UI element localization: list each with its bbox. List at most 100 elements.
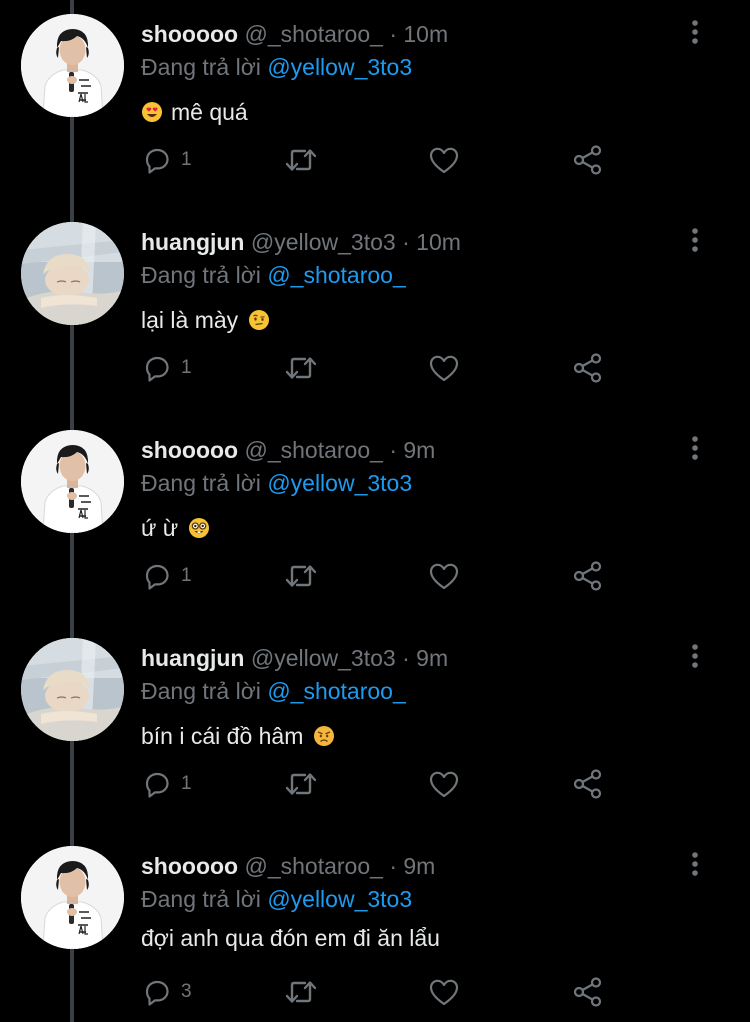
tweet-item[interactable]: huangjun @yellow_3to3 · 9m Đang trả lời …	[0, 624, 750, 832]
replying-to-handle[interactable]: @_shotaroo_	[267, 262, 405, 288]
tweet-text: đợi anh qua đón em đi ăn lẩu	[141, 924, 440, 952]
tweet-text: lại là mày	[141, 306, 270, 334]
shotaro-avatar[interactable]	[21, 14, 124, 117]
reply-button[interactable]: 1	[141, 348, 192, 388]
more-icon[interactable]	[685, 226, 705, 254]
retweet-icon	[283, 144, 319, 176]
retweet-button[interactable]	[283, 140, 319, 180]
nerd-face-emoji	[188, 517, 210, 539]
display-name[interactable]: shooooo	[141, 853, 238, 879]
share-icon	[571, 559, 605, 593]
tweet-item[interactable]: shooooo @_shotaroo_ · 9m Đang trả lời @y…	[0, 416, 750, 624]
replying-to-handle[interactable]: @_shotaroo_	[267, 678, 405, 704]
reply-count: 1	[181, 149, 192, 170]
more-icon[interactable]	[685, 642, 705, 670]
like-icon	[427, 560, 461, 592]
raised-eyebrow-emoji	[248, 309, 270, 331]
share-button[interactable]	[571, 556, 605, 596]
reply-count: 1	[181, 773, 192, 794]
huangjun-avatar[interactable]	[21, 638, 124, 741]
share-button[interactable]	[571, 764, 605, 804]
tweet-header: shooooo @_shotaroo_ · 9m	[141, 852, 435, 880]
like-icon	[427, 144, 461, 176]
like-button[interactable]	[427, 348, 461, 388]
separator-dot: ·	[389, 437, 397, 463]
tweet-text-content: mê quá	[171, 99, 248, 125]
tweet-header: huangjun @yellow_3to3 · 10m	[141, 228, 461, 256]
like-icon	[427, 976, 461, 1008]
tweet-header: shooooo @_shotaroo_ · 9m	[141, 436, 435, 464]
reply-button[interactable]: 3	[141, 972, 192, 1012]
separator-dot: ·	[402, 645, 410, 671]
replying-to-handle[interactable]: @yellow_3to3	[267, 886, 412, 912]
replying-to-label: Đang trả lời	[141, 470, 261, 496]
display-name[interactable]: huangjun	[141, 229, 244, 255]
reply-count: 1	[181, 565, 192, 586]
retweet-button[interactable]	[283, 972, 319, 1012]
tweet-actions: 1	[141, 348, 621, 388]
like-icon	[427, 768, 461, 800]
display-name[interactable]: shooooo	[141, 437, 238, 463]
like-button[interactable]	[427, 972, 461, 1012]
reply-count: 1	[181, 357, 192, 378]
retweet-icon	[283, 768, 319, 800]
heart-eyes-emoji	[141, 101, 163, 123]
timestamp[interactable]: 10m	[416, 229, 461, 255]
reply-button[interactable]: 1	[141, 764, 192, 804]
reply-button[interactable]: 1	[141, 556, 192, 596]
share-button[interactable]	[571, 348, 605, 388]
replying-to-handle[interactable]: @yellow_3to3	[267, 470, 412, 496]
tweet-item[interactable]: shooooo @_shotaroo_ · 10m Đang trả lời @…	[0, 0, 750, 208]
tweet-header: huangjun @yellow_3to3 · 9m	[141, 644, 448, 672]
share-button[interactable]	[571, 140, 605, 180]
replying-to: Đang trả lời @yellow_3to3	[141, 885, 412, 913]
user-handle[interactable]: @_shotaroo_	[244, 437, 382, 463]
huangjun-avatar[interactable]	[21, 222, 124, 325]
user-handle[interactable]: @_shotaroo_	[244, 853, 382, 879]
share-button[interactable]	[571, 972, 605, 1012]
share-icon	[571, 143, 605, 177]
tweet-item[interactable]: shooooo @_shotaroo_ · 9m Đang trả lời @y…	[0, 832, 750, 1022]
retweet-button[interactable]	[283, 764, 319, 804]
replying-to-handle[interactable]: @yellow_3to3	[267, 54, 412, 80]
timestamp[interactable]: 10m	[403, 21, 448, 47]
like-icon	[427, 352, 461, 384]
retweet-button[interactable]	[283, 348, 319, 388]
user-handle[interactable]: @yellow_3to3	[251, 645, 396, 671]
reply-icon	[141, 144, 173, 176]
reply-icon	[141, 768, 173, 800]
separator-dot: ·	[402, 229, 410, 255]
timestamp[interactable]: 9m	[403, 853, 435, 879]
more-icon[interactable]	[685, 434, 705, 462]
retweet-icon	[283, 976, 319, 1008]
like-button[interactable]	[427, 764, 461, 804]
share-icon	[571, 351, 605, 385]
display-name[interactable]: huangjun	[141, 645, 244, 671]
shotaro-avatar[interactable]	[21, 846, 124, 949]
tweet-text-content: lại là mày	[141, 307, 239, 333]
tweet-text-content: ứ ừ	[141, 515, 179, 541]
replying-to-label: Đang trả lời	[141, 886, 261, 912]
tweet-actions: 1	[141, 140, 621, 180]
reply-icon	[141, 976, 173, 1008]
more-icon[interactable]	[685, 850, 705, 878]
reply-icon	[141, 352, 173, 384]
replying-to: Đang trả lời @yellow_3to3	[141, 469, 412, 497]
tweet-actions: 1	[141, 764, 621, 804]
timestamp[interactable]: 9m	[416, 645, 448, 671]
retweet-icon	[283, 352, 319, 384]
replying-to: Đang trả lời @_shotaroo_	[141, 677, 406, 705]
user-handle[interactable]: @_shotaroo_	[244, 21, 382, 47]
tweet-item[interactable]: huangjun @yellow_3to3 · 10m Đang trả lời…	[0, 208, 750, 416]
share-icon	[571, 975, 605, 1009]
shotaro-avatar[interactable]	[21, 430, 124, 533]
like-button[interactable]	[427, 556, 461, 596]
timestamp[interactable]: 9m	[403, 437, 435, 463]
more-icon[interactable]	[685, 18, 705, 46]
like-button[interactable]	[427, 140, 461, 180]
reply-button[interactable]: 1	[141, 140, 192, 180]
retweet-button[interactable]	[283, 556, 319, 596]
display-name[interactable]: shooooo	[141, 21, 238, 47]
replying-to-label: Đang trả lời	[141, 262, 261, 288]
user-handle[interactable]: @yellow_3to3	[251, 229, 396, 255]
